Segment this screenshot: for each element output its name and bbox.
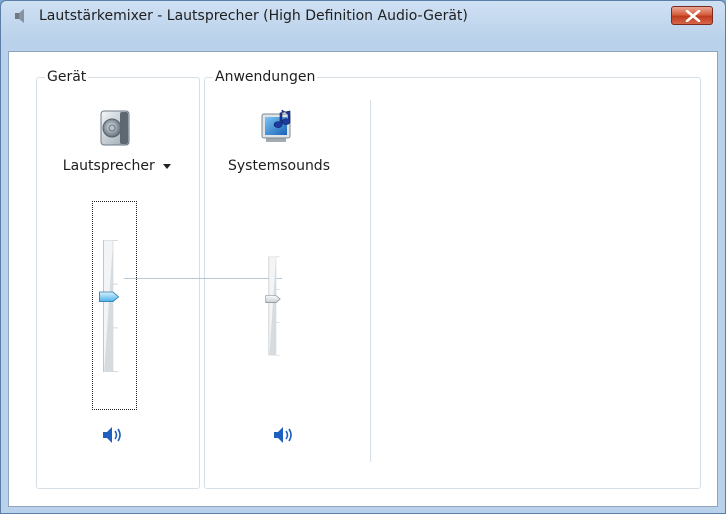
slider-thumb[interactable] [99,291,120,303]
speaker-volume-icon [103,427,121,443]
column-separator [370,100,371,462]
volume-link-line [124,278,282,279]
system-sounds-icon[interactable] [260,108,298,146]
device-mute-button[interactable] [101,425,125,445]
device-name: Lautsprecher [62,158,155,174]
close-button[interactable] [671,6,713,25]
device-group-label: Gerät [45,69,89,85]
volume-mixer-window: Lautstärkemixer - Lautsprecher (High Def… [0,0,726,514]
speaker-volume-icon [274,427,292,443]
speaker-icon [15,9,24,23]
device-volume-slider[interactable] [97,220,121,392]
title-bar[interactable]: Lautstärkemixer - Lautsprecher (High Def… [1,1,725,31]
device-dropdown[interactable]: Lautsprecher [59,158,175,174]
mixer-content: Gerät Anwendungen Lautsprecher Systemsou… [8,51,718,507]
app-volume-slider[interactable] [264,220,288,392]
window-title: Lautstärkemixer - Lautsprecher (High Def… [39,8,468,24]
app-mute-button[interactable] [272,425,296,445]
slider-thumb[interactable] [265,295,281,304]
speaker-icon[interactable] [98,110,132,146]
app-name-label: Systemsounds [228,158,330,174]
close-icon [685,10,701,22]
applications-group-label: Anwendungen [213,69,318,85]
chevron-down-icon [163,163,172,169]
